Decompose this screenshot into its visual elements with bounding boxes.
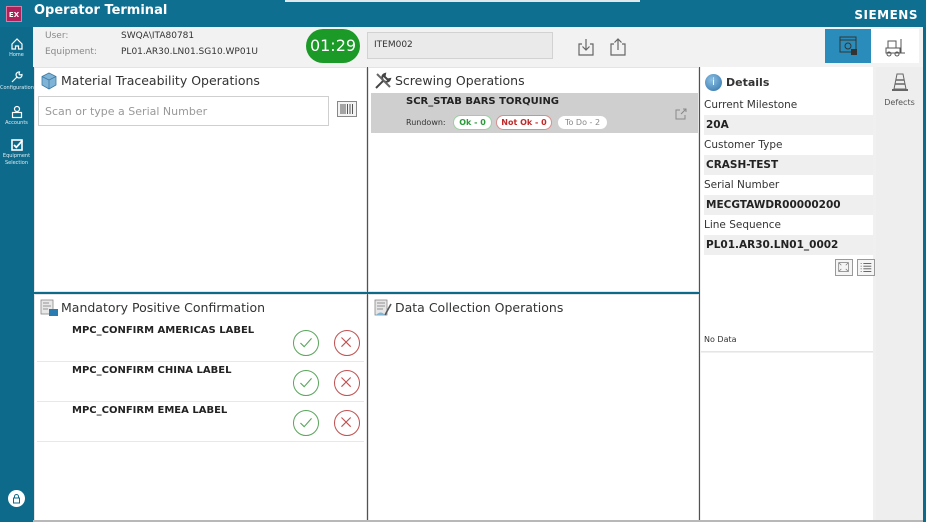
detail-value: CRASH-TEST: [704, 155, 873, 175]
download-icon[interactable]: [577, 37, 595, 57]
form-icon: [40, 299, 58, 316]
brand-logo: SIEMENS: [854, 8, 918, 22]
confirm-button[interactable]: [293, 370, 319, 396]
material-panel-title: Material Traceability Operations: [61, 73, 260, 88]
data-collection-panel: Data Collection Operations: [368, 294, 699, 522]
todo-count-badge: To Do - 2: [557, 115, 608, 130]
defects-label: Defects: [884, 98, 915, 107]
app-title: Operator Terminal: [34, 3, 168, 18]
app-logo: EX: [6, 6, 22, 22]
confirm-button[interactable]: [293, 410, 319, 436]
nav-label-configuration: Configuration: [0, 85, 34, 91]
details-title: Details: [726, 76, 770, 89]
list-icon: [860, 263, 872, 272]
detail-label: Line Sequence: [704, 219, 782, 231]
confirm-button[interactable]: [293, 330, 319, 356]
check-icon: [300, 378, 312, 388]
no-data-text: No Data: [704, 335, 737, 344]
nav-item-accounts[interactable]: Accounts: [0, 105, 33, 127]
mpc-row: MPC_CONFIRM EMEA LABEL: [37, 402, 364, 442]
nav-item-home[interactable]: Home: [0, 37, 33, 59]
not-ok-count-badge: Not Ok - 0: [496, 115, 552, 130]
view-toggle: [825, 29, 919, 63]
expand-icon: [838, 262, 849, 272]
nav-label-accounts: Accounts: [5, 120, 28, 126]
mpc-item-name: MPC_CONFIRM CHINA LABEL: [72, 365, 232, 376]
data-collection-panel-title: Data Collection Operations: [395, 300, 564, 315]
details-content: i Details Current Milestone 20A Customer…: [701, 67, 873, 279]
title-bar: EX Operator Terminal SIEMENS: [0, 0, 926, 27]
detail-value: PL01.AR30.LN01_0002: [704, 235, 873, 255]
mpc-row: MPC_CONFIRM AMERICAS LABEL: [37, 322, 364, 362]
detail-value: 20A: [704, 115, 873, 135]
detail-label: Customer Type: [704, 139, 783, 151]
detail-value: MECGTAWDR00000200: [704, 195, 873, 215]
lock-icon: [13, 494, 20, 504]
nav-label-home: Home: [9, 52, 24, 58]
close-icon: [341, 337, 352, 348]
tools-icon: [375, 72, 392, 89]
details-panel: i Details Current Milestone 20A Customer…: [700, 67, 876, 522]
check-icon: [300, 338, 312, 348]
nav-item-equipment-selection[interactable]: Equipment Selection: [0, 138, 33, 167]
close-icon: [341, 377, 352, 388]
check-icon: [300, 418, 312, 428]
forklift-view-button[interactable]: [872, 29, 918, 63]
equipment-label: Equipment:: [45, 47, 97, 57]
user-value: SWQA\ITA80781: [121, 31, 195, 41]
screwing-operation-row[interactable]: SCR_STAB BARS TORQUING Rundown: Ok - 0 N…: [371, 93, 698, 133]
close-icon: [341, 417, 352, 428]
user-label: User:: [45, 31, 69, 41]
window-edge: [285, 0, 640, 2]
detail-label: Serial Number: [704, 179, 780, 191]
barcode-icon[interactable]: [337, 101, 357, 117]
material-traceability-panel: Material Traceability Operations: [34, 67, 367, 292]
info-icon: i: [705, 74, 722, 91]
item-field[interactable]: ITEM002: [367, 32, 553, 59]
nav-item-configuration[interactable]: Configuration: [0, 70, 34, 92]
details-lower-area: [701, 353, 873, 522]
screwing-operations-panel: Screwing Operations SCR_STAB BARS TORQUI…: [368, 67, 699, 292]
workstation-view-button[interactable]: [825, 29, 871, 63]
checkbox-icon: [10, 139, 23, 151]
defects-list: No Data: [701, 279, 873, 352]
forklift-icon: [885, 39, 905, 57]
open-external-icon[interactable]: [674, 107, 688, 121]
mpc-item-name: MPC_CONFIRM EMEA LABEL: [72, 405, 228, 416]
list-view-button[interactable]: [857, 259, 875, 276]
ok-count-badge: Ok - 0: [453, 115, 492, 130]
cycle-timer: 01:29: [306, 29, 360, 63]
rundown-label: Rundown:: [406, 118, 446, 127]
mpc-panel-title: Mandatory Positive Confirmation: [61, 300, 266, 315]
defects-tab[interactable]: Defects: [876, 67, 923, 522]
detail-label: Current Milestone: [704, 99, 798, 111]
home-icon: [10, 38, 23, 50]
reject-button[interactable]: [334, 410, 360, 436]
left-navigation: Home Configuration Accounts Equipment Se…: [0, 27, 34, 522]
upload-icon[interactable]: [609, 37, 627, 57]
lock-button[interactable]: [8, 490, 25, 507]
cube-icon: [41, 72, 57, 90]
mpc-row: MPC_CONFIRM CHINA LABEL: [37, 362, 364, 402]
mpc-item-name: MPC_CONFIRM AMERICAS LABEL: [72, 325, 255, 336]
wrench-icon: [11, 71, 23, 83]
expand-button[interactable]: [835, 259, 853, 276]
screwing-operation-name: SCR_STAB BARS TORQUING: [406, 96, 560, 107]
serial-number-input[interactable]: [38, 96, 329, 126]
workstation-icon: [839, 36, 857, 55]
data-collection-icon: [374, 299, 392, 316]
traffic-cone-icon: [892, 73, 908, 91]
reject-button[interactable]: [334, 370, 360, 396]
screwing-panel-title: Screwing Operations: [395, 73, 525, 88]
mpc-panel: Mandatory Positive Confirmation MPC_CONF…: [34, 294, 367, 522]
user-icon: [11, 105, 22, 119]
equipment-value: PL01.AR30.LN01.SG10.WP01U: [121, 47, 258, 57]
header: User: SWQA\ITA80781 Equipment: PL01.AR30…: [33, 27, 926, 67]
reject-button[interactable]: [334, 330, 360, 356]
nav-label-equipment-selection: Equipment Selection: [2, 153, 31, 166]
